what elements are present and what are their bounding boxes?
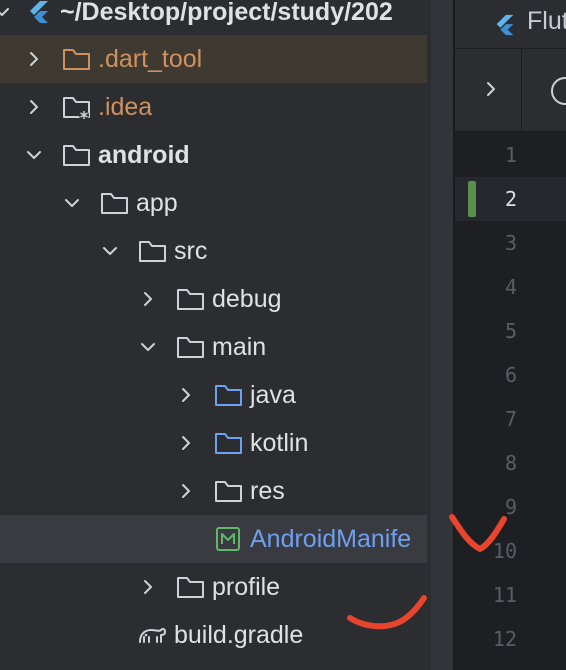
tree-item-debug[interactable]: debug [0,275,427,323]
chevron-right-icon[interactable] [176,433,196,453]
folder-icon [62,142,92,168]
tree-item-label: main [212,333,267,361]
chevron-right-icon[interactable] [138,289,158,309]
tree-item-label: build.gradle [174,621,304,649]
line-number: 12 [492,627,517,651]
chevron-right-icon[interactable] [176,385,196,405]
project-root-path: ~/Desktop/project/study/202 [60,0,393,26]
tree-item-label: AndroidManife [250,525,412,553]
ide-window: ~/Desktop/project/study/202 .dart_tool .… [0,0,566,670]
folder-icon [138,238,168,264]
line-number: 1 [504,143,517,167]
gradle-elephant-icon [136,622,168,648]
tree-item-label: java [250,381,296,409]
line-number: 11 [492,583,517,607]
resource-folder-icon [214,478,244,504]
chevron-right-icon[interactable] [24,97,44,117]
chevron-right-icon[interactable] [24,49,44,69]
tree-item-profile[interactable]: profile [0,563,427,611]
editor-tab-label: Flut [527,7,566,35]
chevron-down-icon[interactable] [0,2,12,22]
editor-tab-strip: Flut [455,0,566,49]
line-number: 4 [504,275,517,299]
tree-item-label: res [250,477,285,505]
chevron-right-icon[interactable] [481,79,501,104]
chevron-down-icon[interactable] [24,145,44,165]
line-number: 3 [504,231,517,255]
tree-item-label: app [136,189,178,217]
source-folder-icon [214,382,244,408]
tree-item-build-gradle[interactable]: build.gradle [0,611,427,659]
line-number: 6 [504,363,517,387]
line-number-current: 2 [504,187,517,211]
folder-icon [176,286,206,312]
chevron-down-icon[interactable] [138,337,158,357]
line-number: 9 [504,495,517,519]
tree-item-label: .idea [98,93,153,121]
tree-item-label: debug [212,285,282,313]
manifest-file-icon [214,526,242,552]
tree-root-row[interactable]: ~/Desktop/project/study/202 [0,0,427,30]
tree-item-label: kotlin [250,429,309,457]
circle-icon[interactable] [551,77,566,105]
excluded-folder-icon [62,46,92,72]
folder-icon [176,574,206,600]
tree-item-label: android [98,141,190,169]
folder-icon [176,334,206,360]
tree-item-java[interactable]: java [0,371,427,419]
tree-item-android-manifest[interactable]: AndroidManife [0,515,427,563]
line-number: 7 [504,407,517,431]
editor-area[interactable]: 1 2 3 4 5 6 7 8 9 10 11 12 [455,132,566,670]
chevron-down-icon[interactable] [62,193,82,213]
tree-item-label: .dart_tool [98,45,203,73]
chevron-right-icon[interactable] [138,577,158,597]
tree-item-kotlin[interactable]: kotlin [0,419,427,467]
tree-item-dart-tool[interactable]: .dart_tool [0,35,427,83]
settings-folder-icon [62,94,92,120]
tree-item-src[interactable]: src [0,227,427,275]
tree-item-main[interactable]: main [0,323,427,371]
line-number: 5 [504,319,517,343]
project-tree-panel: ~/Desktop/project/study/202 .dart_tool .… [0,0,431,670]
tree-item-label: src [174,237,208,265]
line-number: 10 [492,539,517,563]
chevron-right-icon[interactable] [176,481,196,501]
tree-item-app[interactable]: app [0,179,427,227]
breadcrumb-separator [521,49,522,131]
tree-item-android[interactable]: android [0,131,427,179]
editor-breadcrumb-bar [455,49,566,132]
tree-item-res[interactable]: res [0,467,427,515]
flutter-icon [26,0,52,25]
flutter-icon [493,12,517,43]
folder-icon [100,190,130,216]
chevron-down-icon[interactable] [100,241,120,261]
tree-item-label: profile [212,573,281,601]
source-folder-icon [214,430,244,456]
panel-splitter[interactable] [431,0,455,670]
line-number: 8 [504,451,517,475]
editor-tab[interactable]: Flut [455,0,566,48]
tree-item-idea[interactable]: .idea [0,83,427,131]
